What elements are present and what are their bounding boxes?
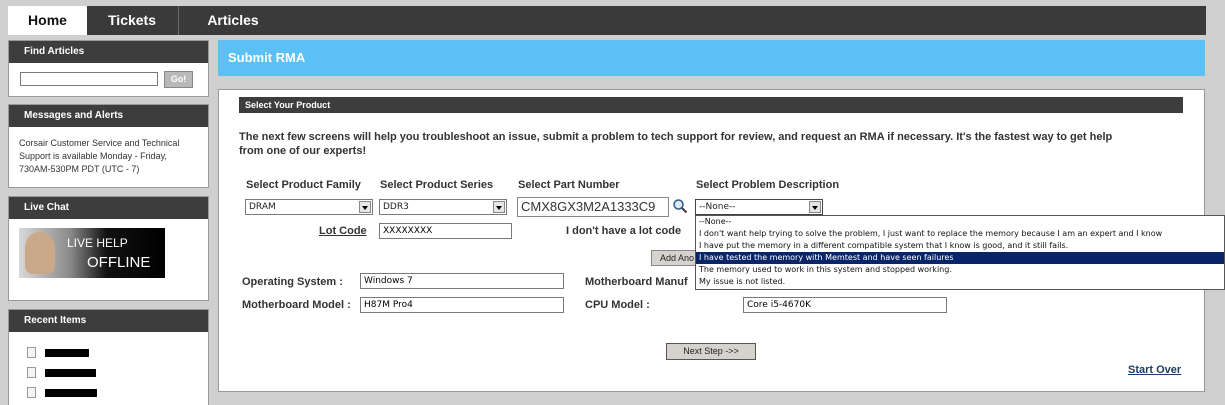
live-help-offline-banner[interactable]: LIVE HELP OFFLINE (19, 228, 165, 278)
document-icon (27, 367, 36, 378)
cpu-model-label: CPU Model : (585, 299, 650, 311)
recent-items-panel: Recent Items (8, 309, 209, 405)
problem-dropdown-list[interactable]: --None-- I don't want help trying to sol… (695, 215, 1225, 290)
lot-code-link[interactable]: Lot Code (319, 225, 367, 237)
section-header: Select Your Product (239, 97, 1183, 113)
dropdown-option[interactable]: My issue is not listed. (696, 276, 1224, 288)
chevron-down-icon[interactable] (809, 201, 821, 213)
tab-tickets[interactable]: Tickets (87, 6, 177, 35)
go-button[interactable]: Go! (164, 71, 193, 88)
next-step-button[interactable]: Next Step ->> (666, 343, 756, 360)
dropdown-option[interactable]: --None-- (696, 216, 1224, 228)
messages-panel: Messages and Alerts Corsair Customer Ser… (8, 104, 209, 188)
dropdown-option[interactable]: I don't want help trying to solve the pr… (696, 228, 1224, 240)
messages-text: Corsair Customer Service and Technical S… (19, 137, 179, 176)
find-articles-panel: Find Articles Go! (8, 40, 209, 97)
product-family-label: Select Product Family (246, 179, 361, 191)
recent-item-redacted[interactable] (45, 389, 97, 397)
part-number-input[interactable]: CMX8GX3M2A1333C9 (517, 197, 669, 217)
product-series-value: DDR3 (383, 202, 409, 212)
document-icon (27, 387, 36, 398)
product-series-label: Select Product Series (380, 179, 494, 191)
mb-model-input[interactable] (360, 297, 564, 313)
mb-model-label: Motherboard Model : (242, 299, 351, 311)
mb-manufacturer-label: Motherboard Manuf (585, 276, 688, 288)
tab-articles[interactable]: Articles (179, 6, 287, 35)
start-over-link[interactable]: Start Over (1128, 364, 1181, 376)
dropdown-option[interactable]: The memory used to work in this system a… (696, 264, 1224, 276)
live-chat-title: Live Chat (9, 197, 208, 219)
product-family-select[interactable]: DRAM (245, 199, 373, 215)
product-series-select[interactable]: DDR3 (379, 199, 507, 215)
live-chat-panel: Live Chat LIVE HELP OFFLINE (8, 196, 209, 301)
search-icon[interactable] (672, 198, 688, 214)
problem-select[interactable]: --None-- (695, 199, 823, 215)
article-search-input[interactable] (20, 72, 158, 86)
recent-items-title: Recent Items (9, 310, 208, 332)
part-number-label: Select Part Number (518, 179, 620, 191)
product-family-value: DRAM (249, 202, 276, 212)
messages-title: Messages and Alerts (9, 105, 208, 127)
lot-code-input[interactable] (379, 223, 512, 239)
problem-label: Select Problem Description (696, 179, 840, 191)
recent-item-redacted[interactable] (45, 349, 89, 357)
no-lot-code-text[interactable]: I don't have a lot code (566, 225, 681, 237)
intro-line: from one of our experts! (239, 145, 367, 157)
recent-item-redacted[interactable] (45, 369, 96, 377)
messages-line: 730AM-530PM PDT (UTC - 7) (19, 164, 140, 174)
document-icon (27, 347, 36, 358)
os-input[interactable] (360, 273, 564, 289)
dropdown-option[interactable]: I have put the memory in a different com… (696, 240, 1224, 252)
chevron-down-icon[interactable] (359, 201, 371, 213)
messages-line: Support is available Monday - Friday, (19, 151, 167, 161)
top-nav: Home Tickets Articles (8, 6, 1206, 35)
live-help-text: LIVE HELP (67, 236, 128, 250)
page-title: Submit RMA (218, 40, 1205, 76)
chevron-down-icon[interactable] (493, 201, 505, 213)
intro-text: The next few screens will help you troub… (239, 130, 1112, 158)
dropdown-option-highlighted[interactable]: I have tested the memory with Memtest an… (696, 252, 1224, 264)
cpu-model-input[interactable] (743, 297, 947, 313)
agent-avatar (25, 232, 55, 274)
tab-home[interactable]: Home (8, 6, 87, 35)
os-label: Operating System : (242, 276, 343, 288)
messages-line: Corsair Customer Service and Technical (19, 138, 180, 148)
intro-line: The next few screens will help you troub… (239, 131, 1113, 143)
find-articles-title: Find Articles (9, 41, 208, 63)
offline-text: OFFLINE (87, 254, 151, 271)
problem-value: --None-- (699, 202, 736, 212)
